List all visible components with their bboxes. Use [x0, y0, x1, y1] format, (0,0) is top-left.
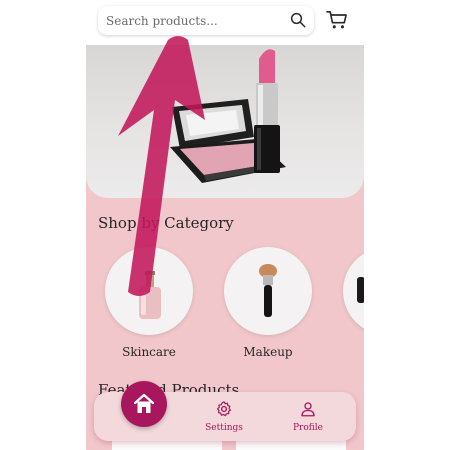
hero-banner	[86, 45, 364, 198]
person-icon	[301, 402, 315, 417]
nav-settings[interactable]: Settings	[194, 400, 254, 433]
home-icon	[133, 393, 155, 413]
app-screen: Shop by Category Skincare Makeup	[86, 0, 364, 450]
hero-image	[170, 49, 286, 183]
section-title-categories: Shop by Category	[98, 214, 234, 232]
nav-home-button[interactable]	[121, 381, 167, 427]
nav-label-profile: Profile	[293, 423, 323, 433]
fragrance-icon	[357, 277, 364, 303]
category-label-skincare: Skincare	[122, 345, 176, 359]
nav-profile[interactable]: Profile	[278, 400, 338, 433]
makeup-brush-icon	[259, 264, 277, 317]
category-label-makeup: Makeup	[243, 345, 293, 359]
bottom-nav: Settings Profile	[94, 381, 356, 441]
search-input[interactable]	[106, 13, 276, 28]
category-image-skincare	[105, 247, 193, 335]
top-bar	[86, 0, 364, 45]
gear-icon	[216, 401, 231, 417]
skincare-bottle-icon	[139, 271, 161, 319]
product-card-peek[interactable]	[112, 440, 222, 450]
cart-icon[interactable]	[326, 10, 348, 30]
category-partial[interactable]	[342, 247, 364, 335]
search-icon[interactable]	[289, 11, 307, 29]
category-skincare[interactable]: Skincare	[104, 247, 194, 359]
nav-label-settings: Settings	[205, 423, 243, 433]
search-bar[interactable]	[98, 6, 314, 35]
product-card-peek[interactable]	[236, 440, 346, 450]
category-makeup[interactable]: Makeup	[223, 247, 313, 359]
category-image-partial	[343, 247, 364, 335]
lipstick-illustration	[254, 49, 280, 173]
category-image-makeup	[224, 247, 312, 335]
